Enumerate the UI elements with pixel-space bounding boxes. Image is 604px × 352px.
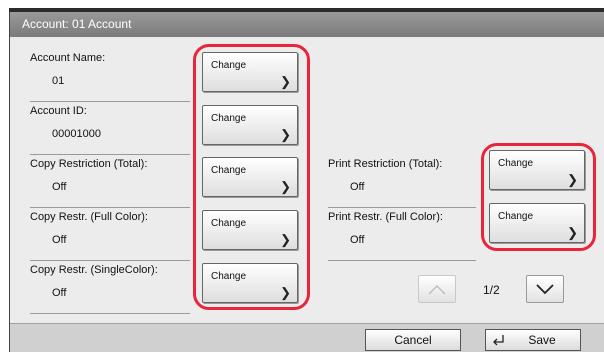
divider	[30, 101, 190, 102]
print-total-field: Print Restriction (Total): Off	[328, 158, 476, 208]
enter-icon	[493, 335, 504, 346]
copy-single-color-label: Copy Restr. (SingleColor):	[30, 264, 158, 276]
cancel-button[interactable]: Cancel	[365, 329, 461, 351]
account-id-value: 00001000	[52, 128, 101, 140]
account-id-field: Account ID: 00001000	[30, 105, 190, 155]
cancel-label: Cancel	[394, 333, 432, 347]
copy-total-label: Copy Restriction (Total):	[30, 158, 148, 170]
save-button[interactable]: Save	[485, 329, 581, 351]
save-label: Save	[528, 333, 556, 347]
account-id-label: Account ID:	[30, 105, 87, 117]
copy-full-color-label: Copy Restr. (Full Color):	[30, 211, 148, 223]
print-full-color-value: Off	[350, 234, 365, 246]
print-full-color-field: Print Restr. (Full Color): Off	[328, 211, 476, 261]
divider	[328, 207, 476, 208]
divider	[328, 260, 476, 261]
copy-full-color-field: Copy Restr. (Full Color): Off	[30, 211, 190, 261]
page-indicator: 1/2	[483, 283, 500, 297]
chevron-up-icon	[428, 284, 446, 295]
footer-bar: Cancel Save	[10, 323, 604, 352]
divider	[30, 207, 190, 208]
divider	[30, 154, 190, 155]
highlight-outline-right	[481, 143, 596, 251]
print-total-label: Print Restriction (Total):	[328, 158, 443, 170]
copy-full-color-value: Off	[52, 234, 67, 246]
account-name-label: Account Name:	[30, 52, 106, 64]
print-total-value: Off	[350, 181, 365, 193]
window-title: Account: 01 Account	[10, 12, 604, 37]
copy-single-color-field: Copy Restr. (SingleColor): Off	[30, 264, 190, 314]
copy-total-field: Copy Restriction (Total): Off	[30, 158, 190, 208]
copy-total-value: Off	[52, 181, 67, 193]
print-full-color-label: Print Restr. (Full Color):	[328, 211, 443, 223]
chevron-down-icon	[536, 284, 554, 295]
highlight-outline-left	[193, 44, 310, 310]
account-name-field: Account Name: 01	[30, 52, 190, 102]
copy-single-color-value: Off	[52, 287, 67, 299]
page-down-button[interactable]	[526, 275, 564, 303]
account-name-value: 01	[52, 75, 65, 87]
divider	[30, 260, 190, 261]
top-edge	[0, 0, 604, 12]
divider	[30, 313, 190, 314]
page-up-button[interactable]	[418, 275, 456, 303]
